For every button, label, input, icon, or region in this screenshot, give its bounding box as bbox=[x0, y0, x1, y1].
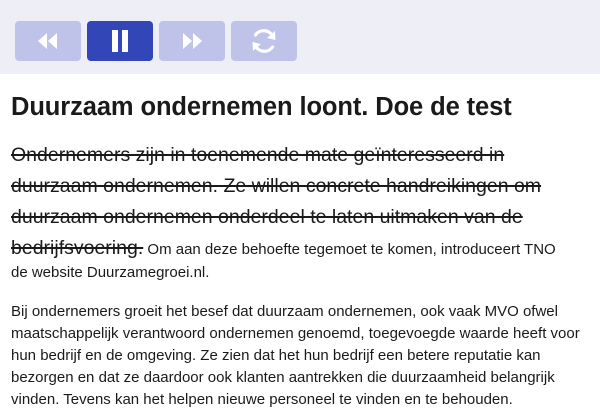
media-toolbar bbox=[0, 0, 600, 74]
article-title: Duurzaam ondernemen loont. Doe de test bbox=[11, 93, 512, 121]
pause-button[interactable] bbox=[87, 21, 153, 61]
lead-rest-line: de website Duurzamegroei.nl. bbox=[11, 264, 210, 281]
rewind-button[interactable] bbox=[15, 21, 81, 61]
pause-icon bbox=[112, 30, 128, 52]
fast-forward-button[interactable] bbox=[159, 21, 225, 61]
article-lead: Ondernemers zijn in toenemende mate geïn… bbox=[11, 140, 593, 287]
repeat-button[interactable] bbox=[231, 21, 297, 61]
lead-rest-text: Om aan deze behoefte tegemoet te komen, … bbox=[143, 241, 556, 258]
fast-forward-icon bbox=[183, 33, 202, 49]
article-paragraph: Bij ondernemers groeit het besef dat duu… bbox=[11, 303, 580, 408]
rewind-icon bbox=[38, 33, 57, 49]
repeat-icon bbox=[252, 29, 276, 53]
